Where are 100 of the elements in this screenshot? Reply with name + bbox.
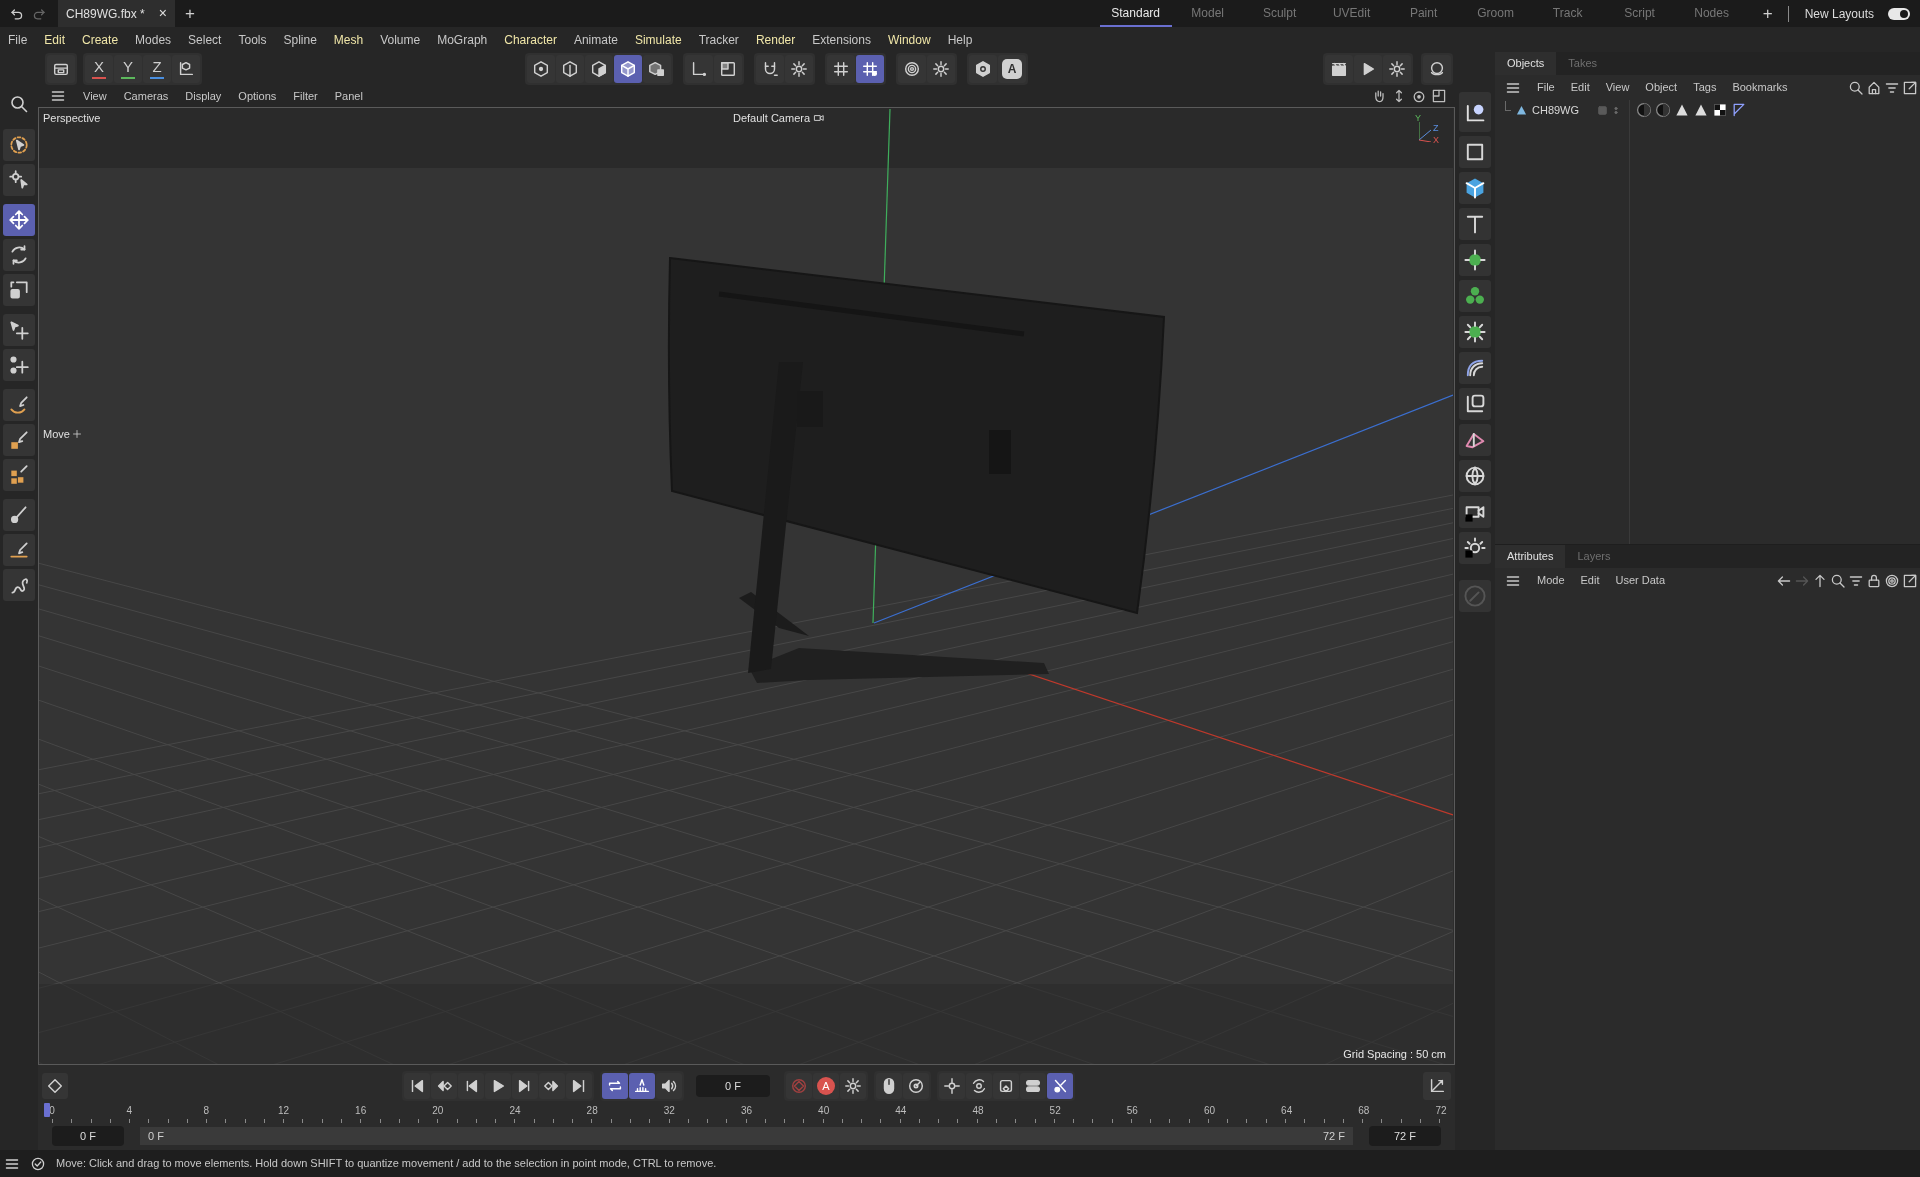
tool-button[interactable] (539, 1073, 565, 1099)
add-tab-button[interactable]: + (184, 0, 195, 27)
tool-button[interactable] (903, 1073, 929, 1099)
tool-button[interactable] (714, 54, 742, 83)
orbit-icon[interactable] (1411, 88, 1427, 104)
tool-button[interactable] (458, 1073, 484, 1099)
tool-button[interactable] (1047, 1073, 1073, 1099)
menu-item[interactable]: Volume (380, 30, 421, 49)
tool-button[interactable] (939, 1073, 965, 1099)
menu-item[interactable]: Extensions (812, 30, 871, 49)
layout-tab[interactable]: Paint (1387, 0, 1460, 27)
menu-item[interactable]: Options (238, 87, 277, 105)
tool-button[interactable] (3, 129, 35, 161)
menu-item[interactable]: File (8, 30, 28, 49)
close-button[interactable]: × (158, 3, 167, 24)
tool-button[interactable] (643, 54, 671, 83)
tool-button[interactable] (512, 1073, 538, 1099)
object-name[interactable]: CH89WG (1532, 101, 1580, 119)
menu-item[interactable]: Character (504, 30, 557, 49)
axis-lock-button[interactable]: Y (114, 54, 142, 83)
playhead-marker[interactable] (44, 1103, 50, 1117)
tool-button[interactable] (756, 54, 784, 83)
tool-button[interactable] (3, 569, 35, 601)
up-arrow-icon[interactable] (1812, 572, 1828, 589)
tool-button[interactable] (840, 1073, 866, 1099)
menu-item[interactable]: Select (188, 30, 222, 49)
add-layout-button[interactable]: + (1747, 0, 1788, 27)
document-tab[interactable]: CH89WG.fbx * × (58, 0, 175, 27)
panel-tab[interactable]: Attributes (1495, 545, 1566, 568)
tool-button[interactable] (876, 1073, 902, 1099)
axis-lock-button[interactable]: Z (143, 54, 171, 83)
tool-button[interactable] (47, 54, 75, 83)
menu-item[interactable]: User Data (1615, 572, 1666, 589)
search-icon[interactable] (1830, 572, 1846, 589)
tool-button[interactable] (527, 54, 555, 83)
tool-button[interactable] (785, 54, 813, 83)
menu-item[interactable]: Filter (293, 87, 318, 105)
menu-item[interactable]: Animate (573, 30, 618, 49)
axis-lock-button[interactable]: X (85, 54, 113, 83)
tool-button[interactable] (3, 499, 35, 531)
search-icon[interactable] (1848, 79, 1864, 96)
graph-button[interactable] (1423, 1072, 1451, 1100)
tool-button[interactable] (602, 1073, 628, 1099)
menu-icon[interactable] (50, 88, 66, 104)
menu-item[interactable]: Simulate (634, 30, 682, 49)
tool-button[interactable] (1383, 54, 1411, 83)
lock-icon[interactable] (1866, 572, 1882, 589)
tool-button[interactable] (993, 1073, 1019, 1099)
tool-button[interactable] (1354, 54, 1382, 83)
menu-item[interactable]: View (83, 87, 107, 105)
external-link-icon[interactable] (1902, 79, 1918, 96)
menu-item[interactable]: Object (1645, 79, 1678, 96)
tool-button[interactable] (629, 1073, 655, 1099)
tool-button[interactable] (1459, 316, 1491, 348)
panel-tab[interactable]: Objects (1495, 52, 1557, 75)
layout-tab[interactable]: Model (1171, 0, 1244, 27)
tool-button[interactable] (3, 314, 35, 346)
layout-tab[interactable]: Nodes (1675, 0, 1748, 27)
tool-button[interactable] (1459, 496, 1491, 528)
maximize-icon[interactable] (1431, 88, 1447, 104)
tool-button[interactable] (1325, 54, 1353, 83)
tool-button[interactable] (3, 349, 35, 381)
tool-button[interactable] (1459, 424, 1491, 456)
tool-button[interactable] (966, 1073, 992, 1099)
menu-item[interactable]: View (1605, 79, 1630, 96)
tool-button[interactable] (1459, 388, 1491, 420)
frame-field[interactable]: 72 F (1369, 1126, 1441, 1146)
menu-item[interactable]: MoGraph (437, 30, 488, 49)
tool-button[interactable] (1459, 136, 1491, 168)
tool-button[interactable] (614, 54, 642, 83)
menu-item[interactable]: Bookmarks (1732, 79, 1788, 96)
tool-button[interactable] (1423, 54, 1451, 83)
tool-button[interactable] (969, 54, 997, 83)
menu-item[interactable]: Modes (135, 30, 172, 49)
layout-tab[interactable]: Script (1603, 0, 1676, 27)
menu-item[interactable]: Window (887, 30, 931, 49)
tool-button[interactable] (3, 239, 35, 271)
toggle-switch[interactable] (1888, 7, 1910, 20)
tool-button[interactable] (685, 54, 713, 83)
tool-button[interactable] (1459, 460, 1491, 492)
tool-button[interactable] (1020, 1073, 1046, 1099)
tool-button[interactable] (1459, 352, 1491, 384)
tool-button[interactable] (1459, 244, 1491, 276)
tool-button[interactable] (585, 54, 613, 83)
menu-item[interactable]: Panel (334, 87, 363, 105)
tool-button[interactable] (3, 164, 35, 196)
home-icon[interactable] (1866, 79, 1882, 96)
menu-item[interactable]: Edit (1570, 79, 1590, 96)
menu-item[interactable]: Spline (283, 30, 317, 49)
menu-item[interactable]: Tracker (698, 30, 739, 49)
frame-field[interactable]: 0 F (696, 1075, 770, 1097)
menu-item[interactable]: Mesh (333, 30, 364, 49)
target-icon[interactable] (1884, 572, 1900, 589)
tool-button[interactable] (656, 1073, 682, 1099)
menu-item[interactable]: Display (185, 87, 222, 105)
tool-button[interactable] (1459, 208, 1491, 240)
menu-item[interactable]: Edit (44, 30, 66, 49)
menu-item[interactable]: File (1537, 79, 1555, 96)
tool-button[interactable] (927, 54, 955, 83)
keyframe-button[interactable] (42, 1073, 68, 1099)
